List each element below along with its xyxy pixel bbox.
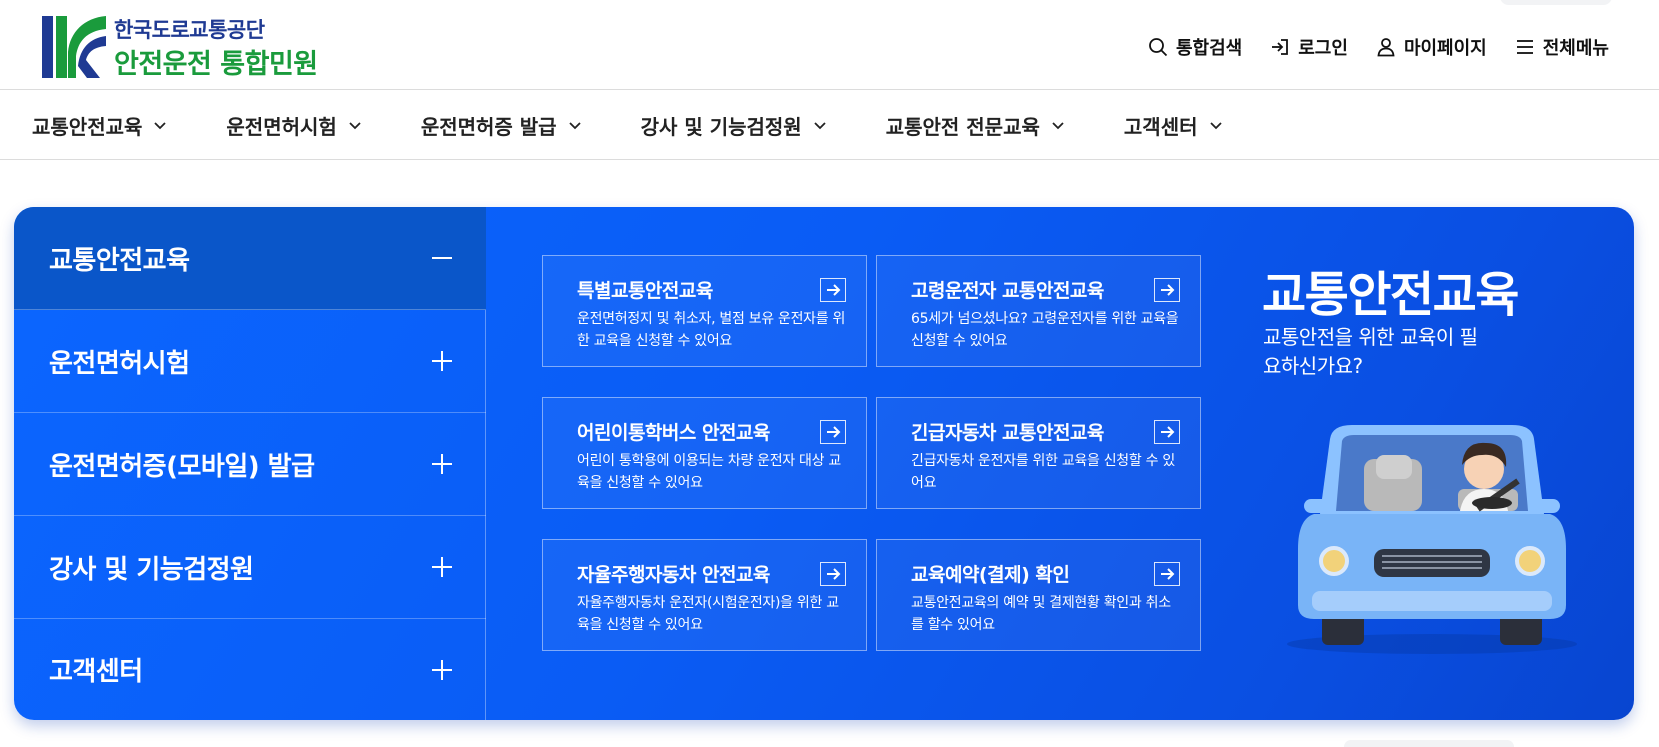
tile-desc: 어린이 통학용에 이용되는 차량 운전자 대상 교육을 신청할 수 있어요 xyxy=(577,453,841,491)
tile-title: 자율주행자동차 안전교육 xyxy=(577,564,770,586)
chevron-down-icon xyxy=(568,122,581,130)
side-item-traffic-safety-edu[interactable]: 교통안전교육 xyxy=(14,207,486,310)
arrow-right-icon xyxy=(1154,420,1180,444)
tile-special-safety-edu[interactable]: 특별교통안전교육 운전면허정지 및 취소자, 벌점 보유 운전자를 위한 교육을… xyxy=(542,255,867,367)
tile-school-bus-edu[interactable]: 어린이통학버스 안전교육 어린이 통학용에 이용되는 차량 운전자 대상 교육을… xyxy=(542,397,867,509)
chevron-down-icon xyxy=(1209,122,1222,130)
minus-icon xyxy=(432,247,454,269)
global-nav: 교통안전교육 운전면허시험 운전면허증 발급 강사 및 기능검정원 교통안전 전… xyxy=(0,90,1659,160)
tile-title: 어린이통학버스 안전교육 xyxy=(577,422,770,444)
chevron-down-icon xyxy=(814,122,826,130)
bottom-decor-pill xyxy=(1344,740,1514,747)
gnb-item-label: 교통안전 전문교육 xyxy=(885,114,1040,139)
tile-title: 특별교통안전교육 xyxy=(577,280,713,302)
util-mypage-label: 마이페이지 xyxy=(1403,38,1487,59)
site-header: 한국도로교통공단 안전운전 통합민원 통합검색 로그인 마이페이지 전체메뉴 xyxy=(0,0,1659,90)
arrow-right-icon xyxy=(1154,562,1180,586)
tile-desc: 65세가 넘으셨나요? 고령운전자를 위한 교육을 신청할 수 있어요 xyxy=(911,311,1179,349)
main-service-panel: 교통안전교육 운전면허시험 운전면허증(모바일) 발급 강사 및 기능검정원 고… xyxy=(14,207,1634,720)
util-login[interactable]: 로그인 xyxy=(1270,34,1348,60)
side-item-label: 고객센터 xyxy=(49,657,143,687)
logo-org-name: 한국도로교통공단 xyxy=(114,18,265,42)
arrow-right-icon xyxy=(820,420,846,444)
side-item-instructor[interactable]: 강사 및 기능검정원 xyxy=(14,516,486,619)
promo-subtitle: 교통안전을 위한 교육이 필요하신가요? xyxy=(1263,325,1478,378)
logo-mark-icon xyxy=(42,16,106,78)
util-mypage[interactable]: 마이페이지 xyxy=(1376,34,1487,60)
gnb-item-label: 운전면허시험 xyxy=(226,114,337,139)
gnb-item-label: 교통안전교육 xyxy=(32,114,143,139)
plus-icon xyxy=(432,453,454,475)
tile-title: 고령운전자 교통안전교육 xyxy=(911,280,1104,302)
gnb-item-professional-edu[interactable]: 교통안전 전문교육 xyxy=(886,111,1066,140)
util-search-label: 통합검색 xyxy=(1176,38,1243,59)
tile-autonomous-vehicle-edu[interactable]: 자율주행자동차 안전교육 자율주행자동차 운전자(시험운전자)을 위한 교육을 … xyxy=(542,539,867,651)
chevron-down-icon xyxy=(154,122,167,130)
gnb-item-license-issue[interactable]: 운전면허증 발급 xyxy=(421,111,583,140)
tile-desc: 자율주행자동차 운전자(시험운전자)을 위한 교육을 신청할 수 있어요 xyxy=(577,595,839,633)
side-item-label: 강사 및 기능검정원 xyxy=(49,554,254,585)
arrow-right-icon xyxy=(1154,278,1180,302)
util-login-label: 로그인 xyxy=(1298,38,1348,59)
arrow-right-icon xyxy=(820,278,846,302)
site-logo[interactable]: 한국도로교통공단 안전운전 통합민원 xyxy=(42,14,372,80)
util-allmenu-label: 전체메뉴 xyxy=(1542,38,1609,59)
menu-icon xyxy=(1516,40,1533,54)
search-icon xyxy=(1149,38,1168,57)
car-driver-illustration xyxy=(1287,425,1577,654)
promo-title: 교통안전교육 xyxy=(1262,267,1519,323)
side-item-license-exam[interactable]: 운전면허시험 xyxy=(14,310,486,413)
utility-nav: 통합검색 로그인 마이페이지 전체메뉴 xyxy=(1148,34,1609,60)
tile-desc: 운전면허정지 및 취소자, 벌점 보유 운전자를 위한 교육을 신청할 수 있어… xyxy=(577,311,846,349)
gnb-item-label: 운전면허증 발급 xyxy=(420,114,557,139)
util-allmenu[interactable]: 전체메뉴 xyxy=(1515,34,1609,60)
top-decor-pill xyxy=(1500,0,1612,5)
util-search[interactable]: 통합검색 xyxy=(1148,34,1242,60)
side-item-label: 교통안전교육 xyxy=(49,245,190,276)
arrow-right-icon xyxy=(820,562,846,586)
user-icon xyxy=(1377,38,1395,57)
plus-icon xyxy=(432,659,454,681)
plus-icon xyxy=(432,350,454,372)
side-item-mobile-license[interactable]: 운전면허증(모바일) 발급 xyxy=(14,413,486,516)
side-accordion: 교통안전교육 운전면허시험 운전면허증(모바일) 발급 강사 및 기능검정원 고… xyxy=(14,207,486,720)
gnb-item-traffic-safety-edu[interactable]: 교통안전교육 xyxy=(32,111,168,140)
tile-desc: 긴급자동차 운전자를 위한 교육을 신청할 수 있어요 xyxy=(911,453,1175,491)
tile-emergency-vehicle-edu[interactable]: 긴급자동차 교통안전교육 긴급자동차 운전자를 위한 교육을 신청할 수 있어요 xyxy=(876,397,1201,509)
logo-site-name: 안전운전 통합민원 xyxy=(114,49,318,80)
side-item-label: 운전면허증(모바일) 발급 xyxy=(49,451,315,482)
login-icon xyxy=(1272,39,1289,55)
tile-title: 교육예약(결제) 확인 xyxy=(911,564,1070,586)
plus-icon xyxy=(432,556,454,578)
side-item-label: 운전면허시험 xyxy=(49,348,190,379)
gnb-item-instructor[interactable]: 강사 및 기능검정원 xyxy=(641,111,828,140)
gnb-item-license-exam[interactable]: 운전면허시험 xyxy=(226,111,362,140)
tile-title: 긴급자동차 교통안전교육 xyxy=(911,422,1104,444)
side-item-customer-center[interactable]: 고객센터 xyxy=(14,619,486,720)
chevron-down-icon xyxy=(349,122,361,130)
gnb-item-label: 고객센터 xyxy=(1123,114,1198,139)
tile-elderly-driver-edu[interactable]: 고령운전자 교통안전교육 65세가 넘으셨나요? 고령운전자를 위한 교육을 신… xyxy=(876,255,1201,367)
gnb-item-label: 강사 및 기능검정원 xyxy=(640,114,802,139)
tile-reservation-check[interactable]: 교육예약(결제) 확인 교통안전교육의 예약 및 결제현황 확인과 취소를 할수… xyxy=(876,539,1201,651)
gnb-item-customer-center[interactable]: 고객센터 xyxy=(1124,111,1224,140)
chevron-down-icon xyxy=(1052,122,1064,130)
tile-desc: 교통안전교육의 예약 및 결제현황 확인과 취소를 할수 있어요 xyxy=(911,595,1171,633)
